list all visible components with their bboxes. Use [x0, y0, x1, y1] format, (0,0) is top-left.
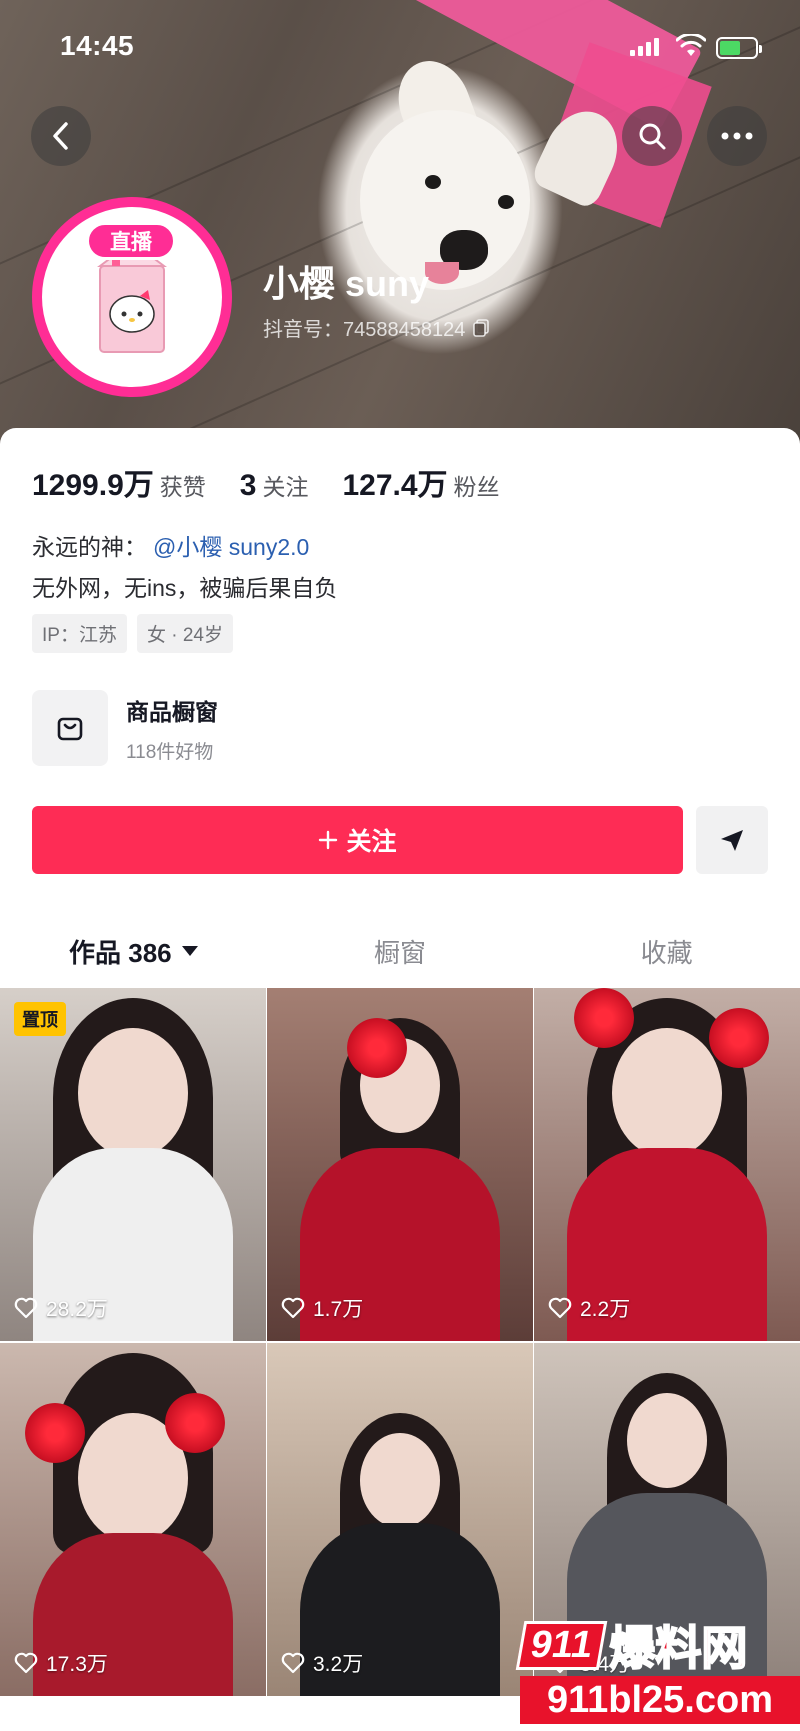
send-icon — [721, 830, 743, 851]
following-count[interactable]: 3 — [240, 469, 257, 503]
video-thumbnail[interactable]: 3.2万 — [267, 1343, 533, 1696]
video-likes: 17.3万 — [14, 1648, 108, 1678]
video-likes-count: 3.2万 — [313, 1653, 364, 1676]
tab-favorites-label: 收藏 — [640, 937, 693, 968]
shop-subtitle: 118件好物 — [126, 741, 214, 763]
followers-label: 粉丝 — [453, 474, 500, 500]
tab-shop-window[interactable]: 橱窗 — [267, 908, 534, 994]
video-likes-count: 17.3万 — [46, 1653, 108, 1676]
figure-face — [612, 1028, 722, 1158]
gender-age-tag: 女 · 24岁 — [136, 614, 233, 653]
heart-icon — [14, 1652, 38, 1674]
dog-eye — [498, 195, 514, 209]
chevron-left-icon — [53, 122, 68, 150]
shop-icon-wrapper — [32, 690, 108, 766]
bio-prefix: 永远的神： — [32, 534, 147, 560]
watermark-badge: 911 — [515, 1620, 608, 1670]
video-likes: 2.2万 — [548, 1293, 630, 1323]
video-thumbnail[interactable]: 1.7万 — [267, 988, 533, 1341]
status-time: 14:45 — [60, 30, 135, 61]
tab-works[interactable]: 作品 386 — [0, 908, 267, 994]
video-likes-count: 28.2万 — [46, 1298, 108, 1321]
video-thumbnail[interactable]: 置顶 28.2万 — [0, 988, 266, 1341]
signal-icon — [630, 38, 659, 56]
wifi-icon — [676, 34, 706, 56]
douyin-id-text: 抖音号：74588458124 — [263, 319, 466, 341]
copy-icon — [473, 318, 490, 337]
follow-label: 关注 — [346, 828, 397, 856]
share-button[interactable] — [696, 806, 768, 874]
figure-face — [78, 1028, 188, 1158]
bio-mention-link[interactable]: @小樱 suny2.0 — [153, 534, 309, 560]
tab-favorites[interactable]: 收藏 — [533, 908, 800, 994]
live-badge[interactable]: 直播 — [86, 222, 176, 260]
caret-down-icon — [181, 946, 198, 956]
video-likes: 28.2万 — [14, 1293, 108, 1323]
following-label: 关注 — [262, 474, 309, 500]
tab-works-label: 作品 386 — [69, 937, 172, 968]
heart-icon — [14, 1297, 38, 1319]
followers-count[interactable]: 127.4万 — [342, 460, 447, 504]
site-watermark: 911 爆料网 911bl25.com — [515, 1604, 800, 1731]
red-flower — [574, 988, 634, 1048]
douyin-id[interactable]: 抖音号：74588458124 — [263, 313, 490, 342]
profile-tags: IP：江苏 女 · 24岁 — [32, 614, 233, 653]
video-likes: 1.7万 — [281, 1293, 363, 1323]
red-flower — [25, 1403, 85, 1463]
red-flower — [165, 1393, 225, 1453]
profile-tabs: 作品 386 橱窗 收藏 — [0, 908, 800, 994]
profile-username: 小樱 suny — [263, 263, 430, 304]
shop-title: 商品橱窗 — [126, 698, 218, 725]
dog-eye — [425, 175, 441, 189]
figure-face — [627, 1393, 707, 1488]
likes-count[interactable]: 1299.9万 — [32, 460, 154, 504]
more-icon — [721, 132, 753, 140]
shop-window-entry[interactable]: 商品橱窗 118件好物 — [32, 690, 218, 766]
video-likes: 3.2万 — [281, 1648, 363, 1678]
watermark-cn: 爆料网 — [608, 1621, 748, 1675]
heart-icon — [281, 1652, 305, 1674]
bio-line-1: 永远的神： @小樱 suny2.0 — [32, 528, 309, 562]
ip-location-tag: IP：江苏 — [32, 614, 127, 653]
video-likes-count: 2.2万 — [580, 1298, 631, 1321]
watermark-url: 911bl25.com — [520, 1676, 800, 1724]
more-button[interactable] — [707, 106, 767, 166]
figure-face — [360, 1433, 440, 1528]
back-button[interactable] — [31, 106, 91, 166]
pinned-badge: 置顶 — [14, 1002, 66, 1036]
shopping-bag-icon — [57, 717, 83, 741]
status-bar: 14:45 — [0, 0, 800, 96]
search-icon — [639, 123, 666, 150]
profile-stats: 1299.9万 获赞 3 关注 127.4万 粉丝 — [32, 460, 528, 504]
video-likes-count: 1.7万 — [313, 1298, 364, 1321]
heart-icon — [548, 1297, 572, 1319]
tab-shop-window-label: 橱窗 — [374, 937, 427, 968]
video-grid: 置顶 28.2万 1.7万 2.2万 17.3万 3.2万 5.4万 — [0, 988, 800, 1696]
search-button[interactable] — [622, 106, 682, 166]
battery-icon — [716, 37, 762, 59]
follow-button[interactable]: 关注 — [32, 806, 683, 874]
red-flower — [347, 1018, 407, 1078]
video-thumbnail[interactable]: 2.2万 — [534, 988, 800, 1341]
video-thumbnail[interactable]: 17.3万 — [0, 1343, 266, 1696]
watermark-logo: 911 爆料网 — [515, 1612, 748, 1678]
heart-icon — [281, 1297, 305, 1319]
dog-tongue — [425, 262, 459, 284]
plus-icon — [319, 830, 338, 850]
red-flower — [709, 1008, 769, 1068]
likes-label: 获赞 — [159, 474, 206, 500]
bio-line-2: 无外网，无ins，被骗后果自负 — [32, 575, 338, 601]
